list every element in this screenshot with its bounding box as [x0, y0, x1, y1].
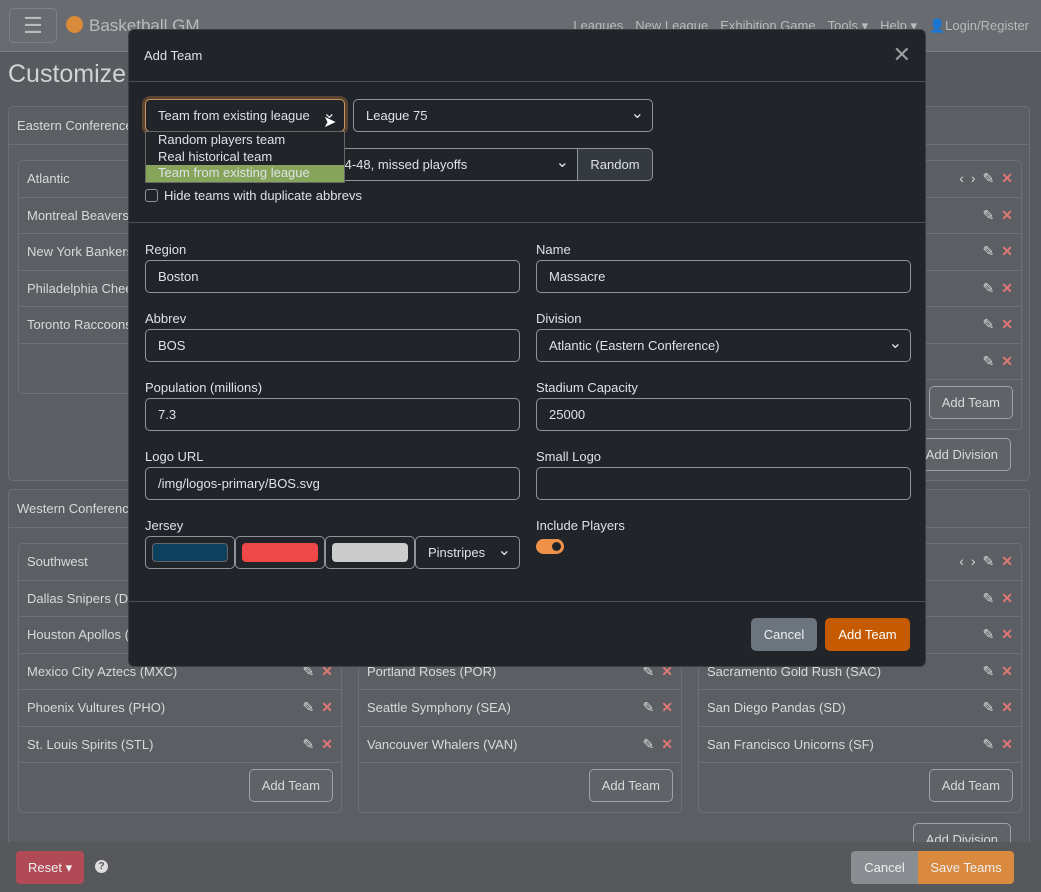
include-players-label: Include Players	[536, 518, 625, 533]
team-row: Phoenix Vultures (PHO) ✎ ✕	[19, 690, 341, 727]
name-label: Name	[536, 242, 571, 257]
stadium-label: Stadium Capacity	[536, 380, 638, 395]
add-team-button[interactable]: Add Team	[928, 386, 1013, 419]
include-players-toggle[interactable]	[536, 539, 564, 554]
team-row: San Francisco Unicorns (SF) ✎ ✕	[699, 727, 1021, 763]
mouse-cursor-icon: ➤	[323, 114, 337, 131]
delete-icon[interactable]: ✕	[1001, 353, 1013, 370]
edit-icon[interactable]: ✎	[303, 736, 315, 753]
save-teams-button[interactable]: Save Teams	[918, 851, 1014, 884]
jersey-style-select[interactable]: Pinstripes	[415, 536, 520, 569]
close-icon[interactable]: ✕	[893, 42, 911, 68]
color-swatch	[152, 543, 228, 562]
jersey-label: Jersey	[145, 518, 184, 533]
user-icon: 👤	[928, 18, 946, 33]
delete-icon[interactable]: ✕	[1001, 626, 1013, 643]
delete-icon[interactable]: ✕	[661, 699, 673, 716]
edit-icon[interactable]: ✎	[983, 316, 995, 333]
edit-icon[interactable]: ✎	[983, 170, 995, 187]
region-label: Region	[145, 242, 187, 257]
edit-icon[interactable]: ✎	[983, 736, 995, 753]
jersey-color-2[interactable]	[235, 536, 325, 569]
edit-icon[interactable]: ✎	[983, 353, 995, 370]
delete-icon[interactable]: ✕	[1001, 243, 1013, 260]
team-type-select[interactable]: Team from existing league	[145, 99, 345, 132]
hide-dupes-label: Hide teams with duplicate abbrevs	[164, 188, 362, 203]
delete-icon[interactable]: ✕	[1001, 316, 1013, 333]
color-swatch	[332, 543, 408, 562]
logo-label: Logo URL	[145, 449, 204, 464]
team-row: San Diego Pandas (SD) ✎ ✕	[699, 690, 1021, 727]
add-division-button[interactable]: Add Division	[912, 438, 1011, 471]
team-row: St. Louis Spirits (STL) ✎ ✕	[19, 727, 341, 763]
nav-login[interactable]: 👤Login/Register	[929, 18, 1029, 34]
stadium-input[interactable]: 25000	[536, 398, 911, 431]
edit-icon[interactable]: ✎	[983, 590, 995, 607]
league-select[interactable]: League 75	[353, 99, 653, 132]
jersey-color-1[interactable]	[145, 536, 235, 569]
random-button[interactable]: Random	[577, 148, 653, 181]
chevron-right-icon[interactable]: ›	[971, 553, 976, 570]
chevron-left-icon[interactable]: ‹	[959, 553, 964, 570]
name-input[interactable]: Massacre	[536, 260, 911, 293]
jersey-color-3[interactable]	[325, 536, 415, 569]
edit-icon[interactable]: ✎	[983, 280, 995, 297]
population-label: Population (millions)	[145, 380, 263, 395]
option-historical[interactable]: Real historical team	[146, 149, 344, 166]
edit-icon[interactable]: ✎	[643, 699, 655, 716]
division-label: Division	[536, 311, 582, 326]
delete-icon[interactable]: ✕	[321, 699, 333, 716]
page-title: Customize	[8, 60, 127, 88]
delete-icon[interactable]: ✕	[661, 736, 673, 753]
color-swatch	[242, 543, 318, 562]
add-team-button[interactable]: Add Team	[928, 769, 1013, 802]
help-icon[interactable]: ?	[95, 860, 108, 873]
delete-icon[interactable]: ✕	[1001, 280, 1013, 297]
small-logo-input[interactable]	[536, 467, 911, 500]
menu-button[interactable]: ☰	[9, 8, 57, 43]
add-team-button[interactable]: Add Team	[588, 769, 673, 802]
population-input[interactable]: 7.3	[145, 398, 520, 431]
delete-icon[interactable]: ✕	[321, 736, 333, 753]
edit-icon[interactable]: ✎	[983, 243, 995, 260]
edit-icon[interactable]: ✎	[643, 736, 655, 753]
option-random[interactable]: Random players team	[146, 132, 344, 149]
team-type-dropdown: Random players team Real historical team…	[145, 131, 345, 183]
edit-icon[interactable]: ✎	[983, 663, 995, 680]
footer-bar: Reset ▾ ? Cancel Save Teams	[0, 842, 1041, 892]
option-existing[interactable]: Team from existing league	[146, 165, 344, 182]
logo-input[interactable]: /img/logos-primary/BOS.svg	[145, 467, 520, 500]
division-select[interactable]: Atlantic (Eastern Conference)	[536, 329, 911, 362]
team-row: Vancouver Whalers (VAN) ✎ ✕	[359, 727, 681, 763]
hide-dupes-checkbox[interactable]	[145, 189, 158, 202]
edit-icon[interactable]: ✎	[983, 553, 995, 570]
delete-icon[interactable]: ✕	[1001, 590, 1013, 607]
delete-icon[interactable]: ✕	[1001, 736, 1013, 753]
delete-icon[interactable]: ✕	[1001, 170, 1013, 187]
edit-icon[interactable]: ✎	[983, 626, 995, 643]
edit-icon[interactable]: ✎	[983, 207, 995, 224]
basketball-icon	[66, 16, 83, 33]
delete-icon[interactable]: ✕	[1001, 553, 1013, 570]
add-team-button[interactable]: Add Team	[248, 769, 333, 802]
abbrev-label: Abbrev	[145, 311, 187, 326]
add-team-modal: Add Team ✕ Team from existing league Leag…	[128, 29, 927, 667]
cancel-button[interactable]: Cancel	[851, 851, 918, 884]
delete-icon[interactable]: ✕	[1001, 699, 1013, 716]
modal-add-team-button[interactable]: Add Team	[825, 618, 910, 651]
modal-title: Add Team	[144, 48, 203, 63]
delete-icon[interactable]: ✕	[1001, 207, 1013, 224]
team-row: Seattle Symphony (SEA) ✎ ✕	[359, 690, 681, 727]
delete-icon[interactable]: ✕	[1001, 663, 1013, 680]
edit-icon[interactable]: ✎	[303, 699, 315, 716]
abbrev-input[interactable]: BOS	[145, 329, 520, 362]
small-logo-label: Small Logo	[536, 449, 602, 464]
reset-button[interactable]: Reset ▾	[16, 851, 85, 884]
chevron-left-icon[interactable]: ‹	[959, 170, 964, 187]
edit-icon[interactable]: ✎	[983, 699, 995, 716]
chevron-right-icon[interactable]: ›	[971, 170, 976, 187]
region-input[interactable]: Boston	[145, 260, 520, 293]
modal-cancel-button[interactable]: Cancel	[751, 618, 817, 651]
